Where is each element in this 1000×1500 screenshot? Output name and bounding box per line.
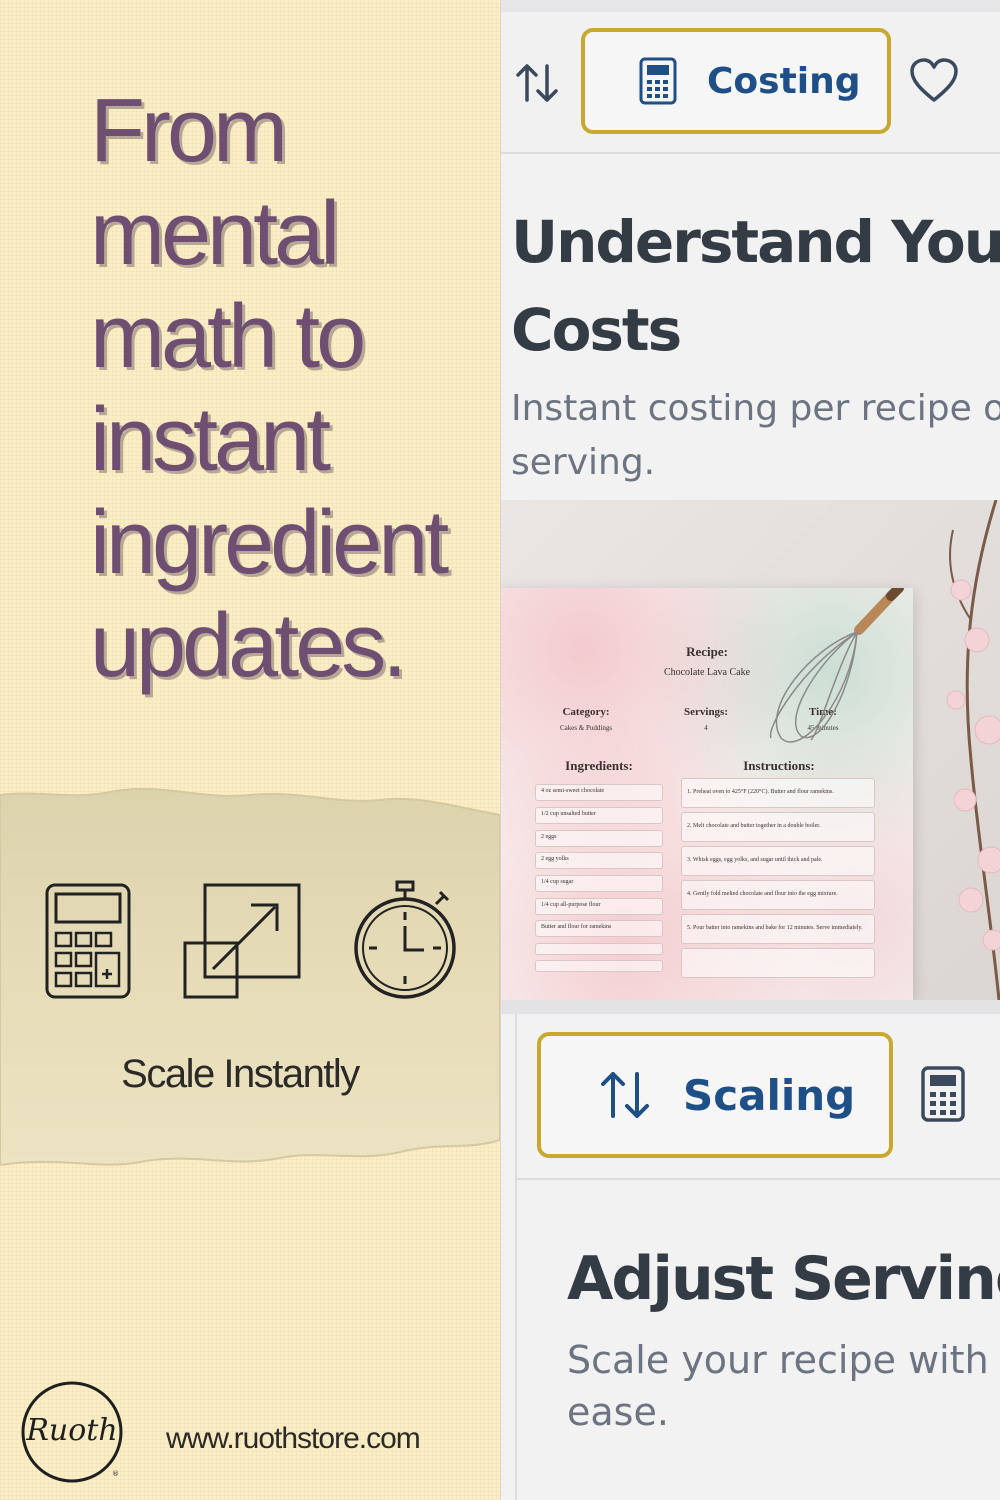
top-strip [501, 0, 1000, 12]
ingredient-field-empty[interactable] [535, 943, 663, 955]
stopwatch-icon [352, 880, 458, 1005]
divider-strip [501, 1000, 1000, 1014]
servings-label: Servings: [684, 706, 728, 718]
cherry-blossom-branch [946, 500, 1000, 1000]
instruction-field[interactable]: 1. Preheat oven to 425°F (220°C). Butter… [681, 778, 875, 808]
scaling-subtitle-line2: ease. [567, 1390, 669, 1434]
instruction-field[interactable]: 2. Melt chocolate and butter together in… [681, 812, 875, 842]
sort-arrows-icon[interactable] [515, 60, 561, 111]
tab-scaling-label: Scaling [683, 1070, 856, 1120]
calculator-icon [45, 883, 131, 1004]
costing-tabbar: Costing [501, 12, 1000, 154]
servings-value: 4 [704, 724, 708, 732]
feature-icons [0, 880, 500, 1005]
costing-title-line1: Understand Your [511, 208, 1000, 276]
scaling-title: Adjust Servings [567, 1244, 1000, 1314]
right-panel: Costing Understand Your Costs Instant co… [500, 0, 1000, 1500]
instruction-field[interactable]: 4. Gently fold melted chocolate and flou… [681, 880, 875, 910]
svg-text:Ruoth: Ruoth [25, 1413, 117, 1448]
ingredient-field[interactable]: 4 oz semi-sweet chocolate [535, 784, 663, 801]
costing-subtitle-line1: Instant costing per recipe or [511, 388, 1000, 429]
scaling-subtitle-line1: Scale your recipe with pr [567, 1338, 1000, 1382]
website-link[interactable]: www.ruothstore.com [166, 1422, 421, 1456]
ruoth-logo: Ruoth ® [20, 1380, 124, 1484]
calculator-icon[interactable] [921, 1066, 965, 1127]
ingredient-field[interactable]: 2 eggs [535, 830, 663, 847]
category-value: Cakes & Puddings [559, 724, 613, 732]
ingredient-field[interactable]: 1/4 cup all-purpose flour [535, 898, 663, 915]
left-panel: From mental math to instant ingredient u… [0, 0, 500, 1500]
instruction-field-empty[interactable] [681, 948, 875, 978]
instruction-field[interactable]: 5. Pour batter into ramekins and bake fo… [681, 914, 875, 944]
tab-scaling[interactable]: Scaling [537, 1032, 893, 1158]
instruction-field[interactable]: 3. Whisk eggs, egg yolks, and sugar unti… [681, 846, 875, 876]
recipe-card-photo: Recipe: Chocolate Lava Cake Category: Ca… [501, 500, 1000, 1000]
ingredient-field-empty[interactable] [535, 960, 663, 972]
ingredient-field[interactable]: Butter and flour for ramekins [535, 920, 663, 937]
svg-text:®: ® [112, 1470, 119, 1478]
costing-title-line2: Costs [511, 296, 682, 364]
ingredient-field[interactable]: 1/2 cup unsalted butter [535, 807, 663, 824]
heart-icon[interactable] [909, 58, 959, 109]
recipe-card: Recipe: Chocolate Lava Cake Category: Ca… [501, 588, 913, 1000]
tab-costing-label: Costing [707, 60, 861, 102]
ingredients-label: Ingredients: [565, 758, 633, 773]
costing-subtitle-line2: serving. [511, 442, 656, 483]
resize-expand-icon [183, 883, 301, 1004]
scaling-tabbar: Scaling [515, 1014, 1000, 1180]
ingredient-field[interactable]: 1/4 cup sugar [535, 875, 663, 892]
instructions-label: Instructions: [743, 758, 815, 773]
tab-costing[interactable]: Costing [581, 28, 891, 134]
whisk-illustration [769, 588, 904, 743]
ingredient-field[interactable]: 2 egg yolks [535, 852, 663, 869]
sort-arrows-icon [599, 1068, 653, 1122]
feature-caption: Scale Instantly [121, 1052, 360, 1096]
calculator-icon [639, 57, 677, 105]
headline: From mental math to instant ingredient u… [90, 81, 449, 696]
category-label: Category: [562, 706, 610, 718]
